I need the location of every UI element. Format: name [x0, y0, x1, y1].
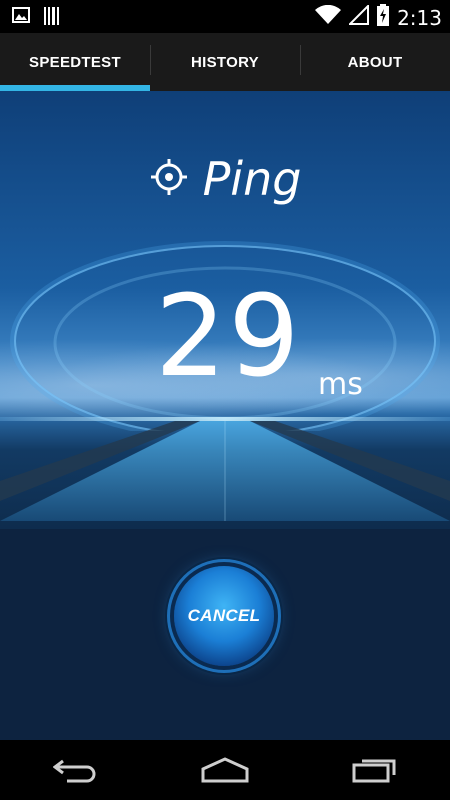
cancel-button[interactable]: CANCEL [174, 566, 274, 666]
battery-charging-icon [377, 4, 390, 31]
tab-speedtest[interactable]: SPEEDTEST [0, 33, 150, 91]
home-icon[interactable] [180, 745, 270, 795]
clock: 2:13 [397, 5, 442, 30]
runway-graphic [0, 421, 450, 521]
test-header: Ping [0, 149, 450, 209]
navigation-bar [0, 740, 450, 800]
wifi-icon [315, 4, 342, 30]
speedtest-display: Ping 29 ms [0, 91, 450, 529]
tab-bar: SPEEDTEST HISTORY ABOUT [0, 33, 450, 91]
cancel-button-label: CANCEL [187, 606, 261, 625]
back-icon[interactable] [30, 745, 120, 795]
recents-icon[interactable] [330, 745, 420, 795]
image-icon [12, 7, 30, 30]
tab-about[interactable]: ABOUT [300, 33, 450, 91]
signal-icon [347, 3, 370, 30]
status-bar: 2:13 [0, 0, 450, 33]
ping-value: 29 [155, 272, 302, 402]
crosshair-icon [149, 157, 189, 202]
tab-history[interactable]: HISTORY [150, 33, 300, 91]
barcode-icon [44, 7, 60, 30]
test-title: Ping [202, 152, 302, 206]
ping-unit: ms [318, 367, 363, 402]
